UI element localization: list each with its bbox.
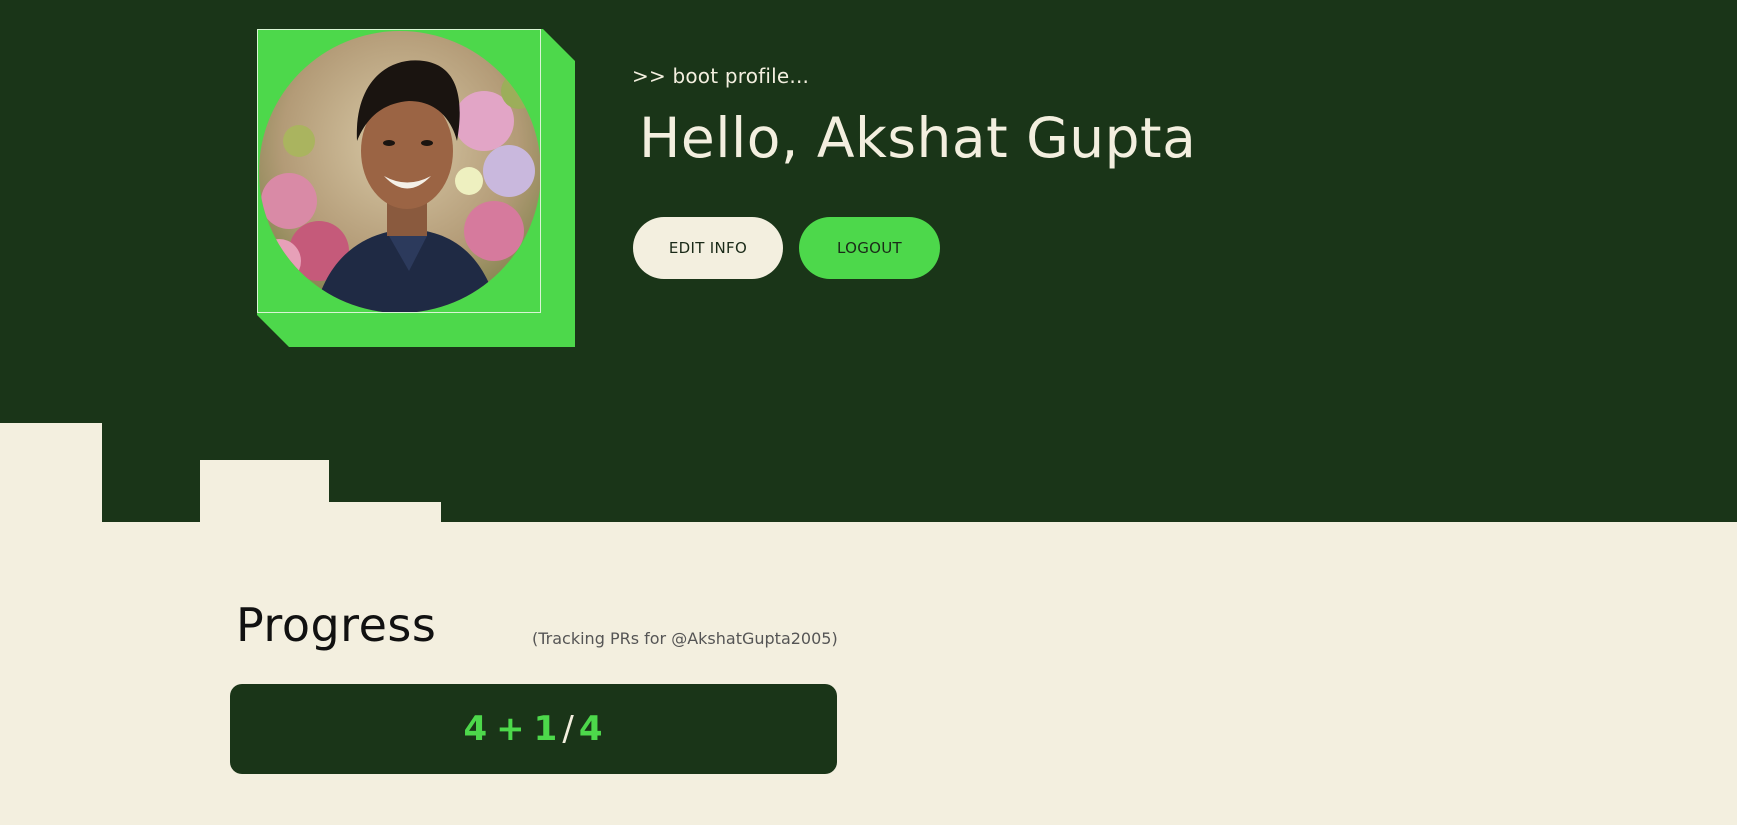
decorative-step <box>329 502 441 525</box>
avatar-outline <box>257 29 541 313</box>
progress-heading: Progress <box>236 598 437 652</box>
extra-count: 1 <box>533 709 559 749</box>
boot-text: >> boot profile... <box>632 64 810 88</box>
slash-separator: / <box>562 709 575 749</box>
plus-sign: + <box>496 709 526 749</box>
greeting-title: Hello, Akshat Gupta <box>639 106 1197 170</box>
edit-info-button[interactable]: EDIT INFO <box>633 217 783 279</box>
decorative-step <box>200 460 329 525</box>
logout-button[interactable]: LOGOUT <box>799 217 940 279</box>
tracking-caption: (Tracking PRs for @AkshatGupta2005) <box>532 629 838 648</box>
merged-count: 4 <box>463 709 489 749</box>
decorative-step <box>0 423 102 525</box>
progress-score-card: 4 + 1 / 4 <box>230 684 837 774</box>
target-count: 4 <box>578 709 604 749</box>
